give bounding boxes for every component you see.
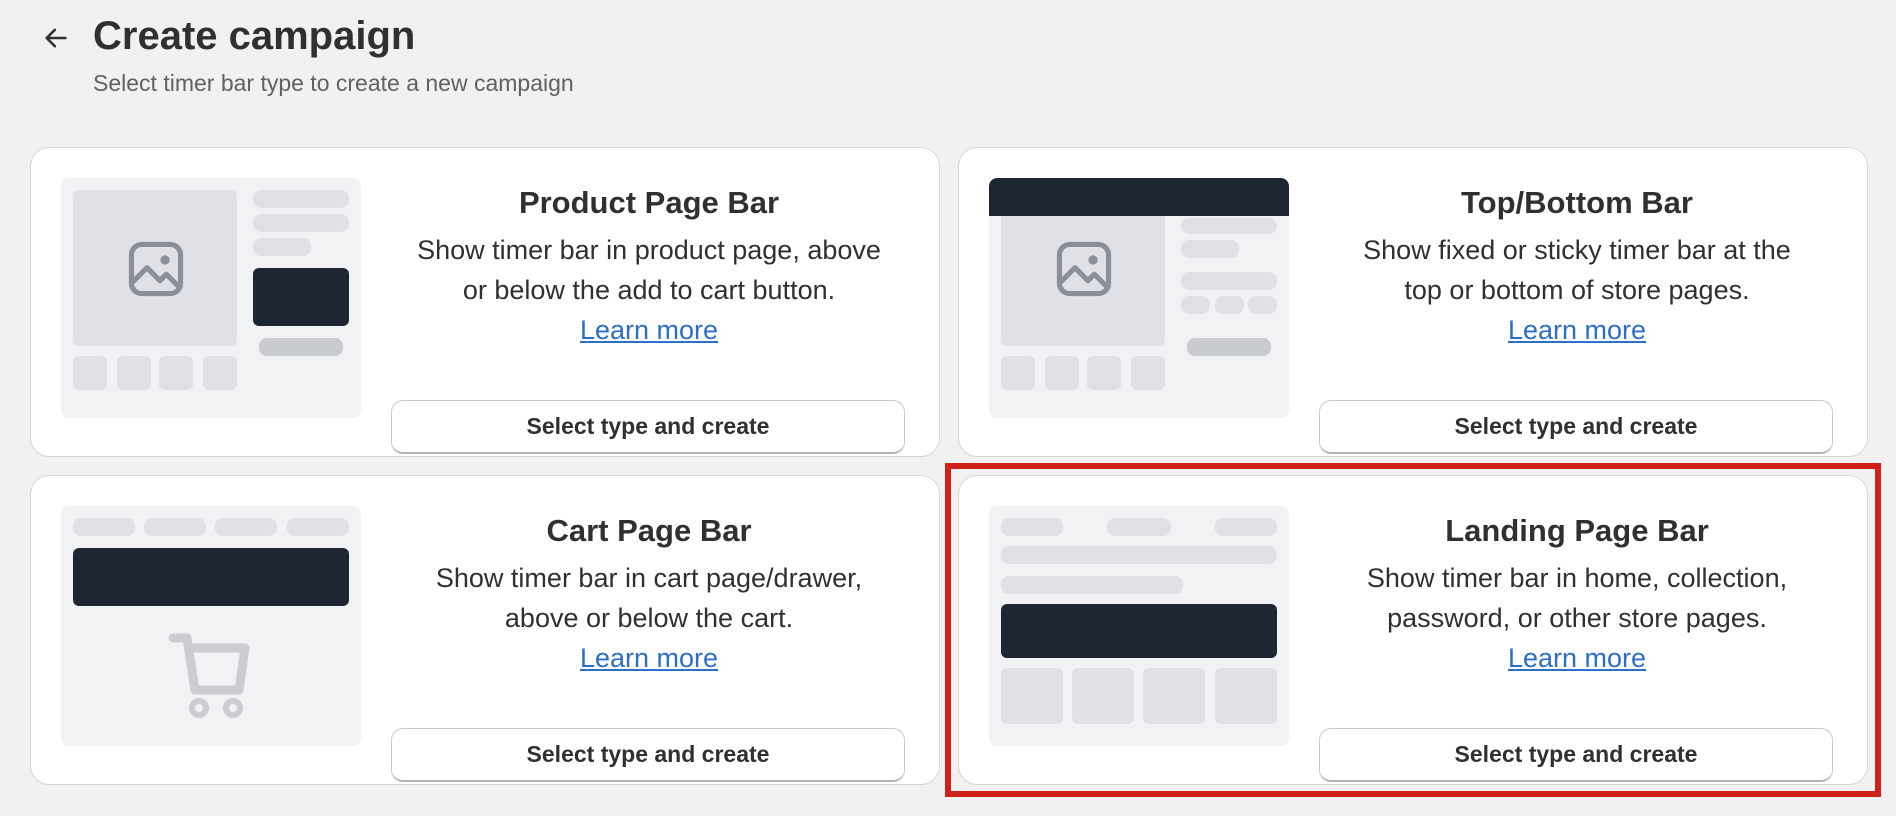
- card-landing-page-bar: Landing Page Bar Show timer bar in home,…: [959, 476, 1867, 784]
- card-description-line: above or below the cart.: [504, 603, 794, 633]
- card-description-line: top or bottom of store pages.: [1404, 275, 1750, 305]
- card-description-line: password, or other store pages.: [1387, 603, 1767, 633]
- card-description-line: Show timer bar in home, collection,: [1366, 563, 1788, 593]
- cart-page-illustration: [61, 506, 361, 746]
- card-description-line: or below the add to cart button.: [462, 275, 836, 305]
- learn-more-link[interactable]: Learn more: [1508, 638, 1646, 678]
- arrow-left-icon: [45, 28, 67, 48]
- page-title: Create campaign: [93, 14, 416, 58]
- learn-more-link[interactable]: Learn more: [580, 310, 718, 350]
- back-button[interactable]: [40, 22, 72, 54]
- image-icon: [128, 241, 184, 297]
- cart-icon: [168, 633, 250, 718]
- card-description-line: Show fixed or sticky timer bar at the: [1363, 235, 1791, 265]
- select-type-button[interactable]: Select type and create: [1319, 728, 1833, 782]
- card-title: Top/Bottom Bar: [1461, 185, 1693, 220]
- select-type-button[interactable]: Select type and create: [1319, 400, 1833, 454]
- learn-more-link[interactable]: Learn more: [580, 638, 718, 678]
- card-description: Show timer bar in home, collection, pass…: [1319, 558, 1835, 638]
- learn-more-link[interactable]: Learn more: [1508, 310, 1646, 350]
- card-title: Product Page Bar: [518, 185, 780, 220]
- card-description: Show fixed or sticky timer bar at the to…: [1319, 230, 1835, 310]
- select-type-button[interactable]: Select type and create: [391, 728, 905, 782]
- page-subtitle: Select timer bar type to create a new ca…: [93, 70, 574, 96]
- landing-page-illustration: [989, 506, 1289, 746]
- card-description-line: Show timer bar in product page, above: [417, 235, 881, 265]
- card-description: Show timer bar in product page, above or…: [391, 230, 907, 310]
- card-title: Landing Page Bar: [1445, 513, 1709, 548]
- image-icon: [1056, 241, 1112, 297]
- select-type-button[interactable]: Select type and create: [391, 400, 905, 454]
- product-page-illustration: [61, 178, 361, 418]
- card-cart-page-bar: Cart Page Bar Show timer bar in cart pag…: [31, 476, 939, 784]
- card-description: Show timer bar in cart page/drawer, abov…: [391, 558, 907, 638]
- card-top-bottom-bar: Top/Bottom Bar Show fixed or sticky time…: [959, 148, 1867, 456]
- card-title: Cart Page Bar: [546, 513, 752, 548]
- top-bottom-illustration: [989, 178, 1289, 418]
- card-description-line: Show timer bar in cart page/drawer,: [435, 563, 863, 593]
- card-product-page-bar: Product Page Bar Show timer bar in produ…: [31, 148, 939, 456]
